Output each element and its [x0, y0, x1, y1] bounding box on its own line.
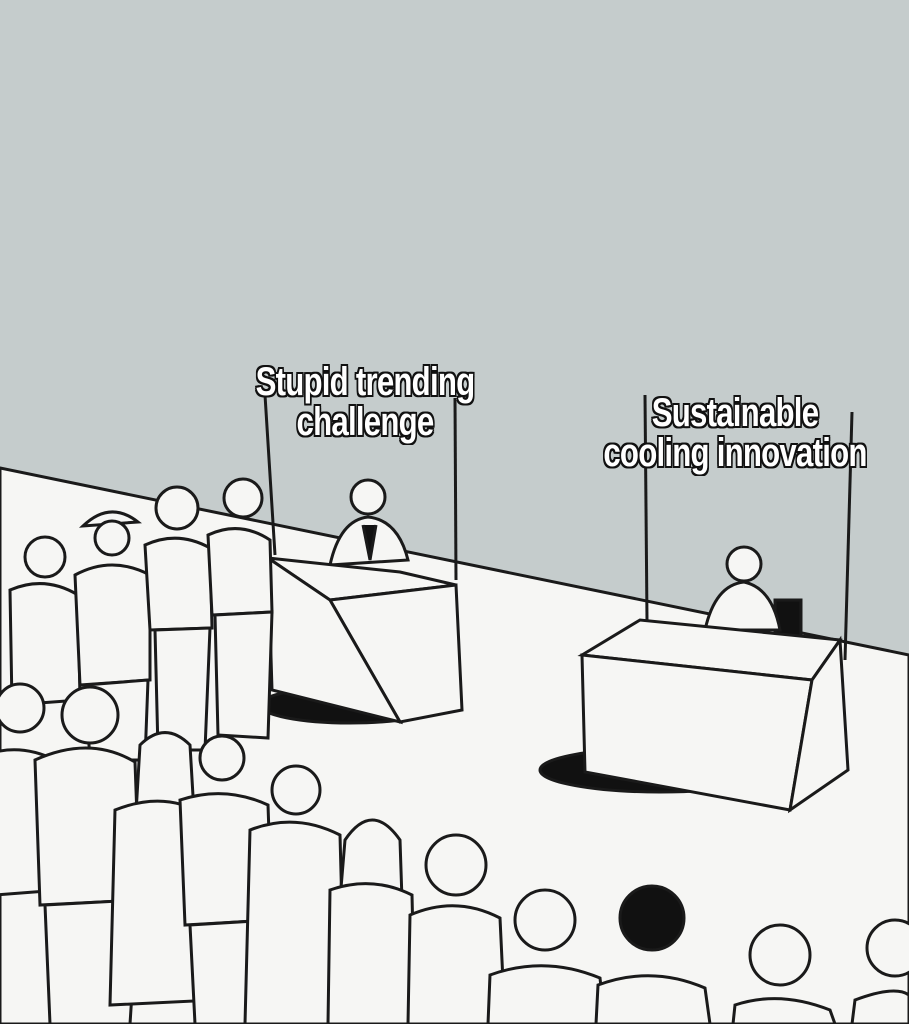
seated-man-right-head [725, 545, 763, 583]
caption-right-line1: Sustainable [651, 391, 819, 435]
caption-left: Stupid trending challenge [221, 362, 510, 442]
caption-left-line1: Stupid trending [255, 360, 476, 404]
meme-illustration [0, 0, 909, 1024]
caption-right-line2: cooling innovation [603, 431, 867, 475]
caption-left-line2: challenge [296, 400, 435, 444]
seated-man-left-head [349, 478, 387, 516]
caption-right: Sustainable cooling innovation [583, 393, 887, 473]
